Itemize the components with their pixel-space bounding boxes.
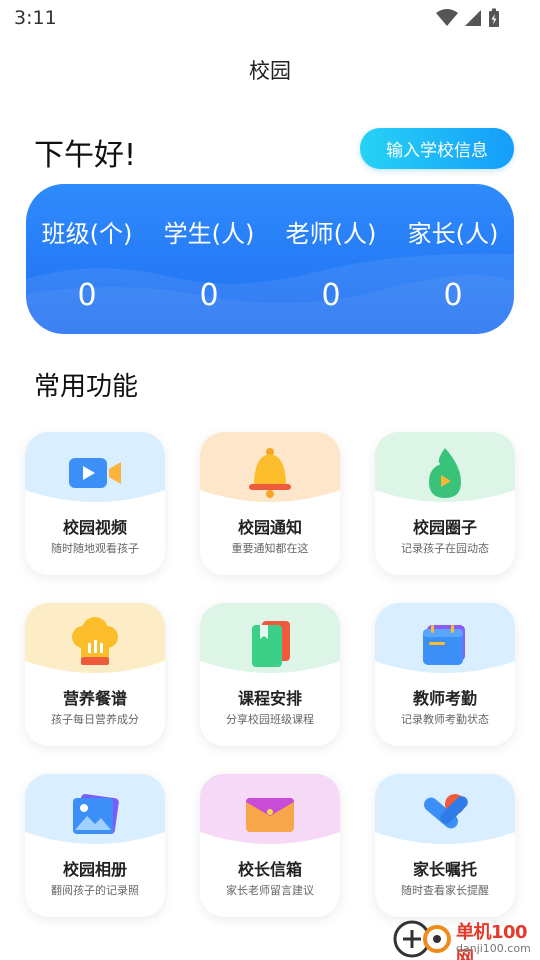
card-title: 课程安排 <box>237 689 302 708</box>
card-title: 校园相册 <box>62 860 127 879</box>
page-title: 校园 <box>249 59 291 83</box>
watermark-logo-icon <box>393 920 451 958</box>
card-subtitle: 记录孩子在园动态 <box>401 542 489 555</box>
card-title: 校园圈子 <box>412 518 477 537</box>
stat-students: 学生(人) 0 <box>148 184 270 334</box>
feature-card-campus-album[interactable]: 校园相册 翻阅孩子的记录照 <box>25 774 165 917</box>
stat-teachers: 老师(人) 0 <box>270 184 392 334</box>
calendar-folder-icon <box>423 625 465 665</box>
stat-value: 0 <box>443 278 463 313</box>
book-icon <box>252 621 290 667</box>
feature-card-parent-entrust[interactable]: 家长嘱托 随时查看家长提醒 <box>375 774 515 917</box>
feature-card-campus-video[interactable]: 校园视频 随时随地观看孩子 <box>25 432 165 575</box>
feature-card-campus-circle[interactable]: 校园圈子 记录孩子在园动态 <box>375 432 515 575</box>
enter-school-info-button[interactable]: 输入学校信息 <box>360 128 514 169</box>
card-subtitle: 孩子每日营养成分 <box>51 713 139 726</box>
watermark: 单机100网 danji100.com <box>392 916 540 960</box>
stat-label: 班级(个) <box>41 220 133 248</box>
watermark-line2: danji100.com <box>456 942 531 955</box>
heart-band-icon <box>424 794 468 829</box>
section-title-common-functions: 常用功能 <box>34 372 139 402</box>
status-time: 3:11 <box>14 7 57 29</box>
stat-value: 0 <box>199 278 219 313</box>
card-title: 校长信箱 <box>237 860 302 879</box>
status-bar: 3:11 <box>0 0 540 36</box>
stat-label: 老师(人) <box>285 220 377 248</box>
card-subtitle: 随时查看家长提醒 <box>401 884 489 897</box>
feature-card-campus-notice[interactable]: 校园通知 重要通知都在这 <box>200 432 340 575</box>
flame-play-icon <box>429 448 461 498</box>
stat-label: 学生(人) <box>163 220 255 248</box>
chef-hat-icon <box>72 617 118 665</box>
card-title: 家长嘱托 <box>412 860 477 879</box>
card-subtitle: 翻阅孩子的记录照 <box>51 884 139 897</box>
feature-card-teacher-attendance[interactable]: 教师考勤 记录教师考勤状态 <box>375 603 515 746</box>
stat-label: 家长(人) <box>407 220 499 248</box>
status-icons <box>436 8 500 28</box>
bell-icon <box>249 448 291 498</box>
feature-card-nutrition-menu[interactable]: 营养餐谱 孩子每日营养成分 <box>25 603 165 746</box>
feature-card-principal-mailbox[interactable]: 校长信箱 家长老师留言建议 <box>200 774 340 917</box>
card-subtitle: 家长老师留言建议 <box>226 884 314 897</box>
card-title: 校园通知 <box>237 518 302 537</box>
battery-icon <box>489 8 499 27</box>
stat-parents: 家长(人) 0 <box>392 184 514 334</box>
feature-card-course-schedule[interactable]: 课程安排 分享校园班级课程 <box>200 603 340 746</box>
wifi-icon <box>436 9 458 26</box>
photo-album-icon <box>73 794 119 834</box>
card-subtitle: 记录教师考勤状态 <box>401 713 489 726</box>
video-camera-icon <box>69 458 121 488</box>
card-subtitle: 重要通知都在这 <box>231 542 309 555</box>
stat-value: 0 <box>77 278 97 313</box>
cell-signal-icon <box>465 10 481 26</box>
greeting-text: 下午好! <box>34 138 137 173</box>
mail-envelope-icon <box>246 798 294 832</box>
stats-card: 班级(个) 0 学生(人) 0 老师(人) 0 家长(人) 0 <box>26 184 514 334</box>
card-subtitle: 随时随地观看孩子 <box>51 542 139 555</box>
card-subtitle: 分享校园班级课程 <box>226 713 314 726</box>
card-title: 校园视频 <box>62 518 127 537</box>
stat-value: 0 <box>321 278 341 313</box>
card-title: 营养餐谱 <box>62 689 127 708</box>
card-title: 教师考勤 <box>412 689 477 708</box>
stat-classes: 班级(个) 0 <box>26 184 148 334</box>
